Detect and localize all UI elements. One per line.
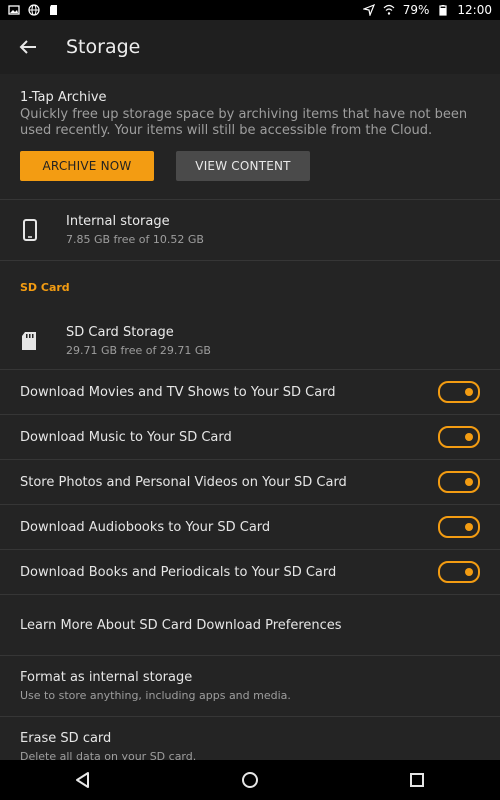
toggle-row-audiobooks[interactable]: Download Audiobooks to Your SD Card — [0, 505, 500, 550]
internal-storage-subtitle: 7.85 GB free of 10.52 GB — [66, 233, 204, 246]
status-bar: 79% 12:00 — [0, 0, 500, 20]
sd-card-notification-icon — [50, 5, 57, 15]
toggle-row-books[interactable]: Download Books and Periodicals to Your S… — [0, 550, 500, 595]
photos-toggle-switch[interactable] — [438, 471, 480, 493]
phone-icon — [23, 219, 37, 241]
battery-percentage: 79% — [402, 3, 430, 17]
toggle-label: Download Books and Periodicals to Your S… — [20, 564, 337, 580]
archive-section: 1-Tap Archive Quickly free up storage sp… — [0, 74, 500, 200]
toggle-row-movies[interactable]: Download Movies and TV Shows to Your SD … — [0, 370, 500, 415]
image-notification-icon — [8, 5, 20, 15]
music-toggle-switch[interactable] — [438, 426, 480, 448]
sd-card-storage-text: SD Card Storage 29.71 GB free of 29.71 G… — [66, 325, 211, 357]
archive-now-button[interactable]: ARCHIVE NOW — [20, 151, 154, 181]
globe-icon — [28, 4, 40, 16]
toggle-knob — [465, 388, 473, 396]
format-subtitle: Use to store anything, including apps an… — [20, 689, 291, 702]
status-left-icons — [0, 4, 60, 16]
erase-title: Erase SD card — [20, 731, 112, 746]
back-arrow-icon[interactable] — [18, 37, 38, 57]
sd-card-header-label: SD Card — [20, 280, 70, 294]
format-internal-storage-row[interactable]: Format as internal storage Use to store … — [0, 656, 500, 717]
toggle-knob — [465, 433, 473, 441]
toggle-label: Store Photos and Personal Videos on Your… — [20, 474, 347, 490]
archive-description: Quickly free up storage space by archivi… — [20, 107, 468, 138]
archive-title: 1-Tap Archive — [20, 90, 107, 105]
toggle-knob — [465, 478, 473, 486]
format-title: Format as internal storage — [20, 670, 193, 685]
books-toggle-switch[interactable] — [438, 561, 480, 583]
toggle-row-music[interactable]: Download Music to Your SD Card — [0, 415, 500, 460]
sd-card-storage-title: SD Card Storage — [66, 325, 174, 340]
clock: 12:00 — [457, 3, 492, 17]
toggle-label: Download Audiobooks to Your SD Card — [20, 519, 271, 535]
sd-card-storage-row[interactable]: SD Card Storage 29.71 GB free of 29.71 G… — [0, 313, 500, 370]
wifi-icon — [383, 4, 395, 15]
audiobooks-toggle-switch[interactable] — [438, 516, 480, 538]
app-bar: Storage — [0, 20, 500, 74]
toggle-label: Download Music to Your SD Card — [20, 429, 232, 445]
learn-more-link[interactable]: Learn More About SD Card Download Prefer… — [0, 595, 500, 656]
toggle-label: Download Movies and TV Shows to Your SD … — [20, 384, 336, 400]
internal-storage-title: Internal storage — [66, 214, 170, 229]
internal-storage-text: Internal storage 7.85 GB free of 10.52 G… — [66, 214, 204, 246]
nav-back-icon[interactable] — [73, 770, 93, 790]
nav-recents-icon[interactable] — [407, 770, 427, 790]
internal-storage-row[interactable]: Internal storage 7.85 GB free of 10.52 G… — [0, 200, 500, 261]
page-title: Storage — [66, 36, 141, 58]
movies-toggle-switch[interactable] — [438, 381, 480, 403]
toggle-row-photos[interactable]: Store Photos and Personal Videos on Your… — [0, 460, 500, 505]
sd-card-icon — [22, 332, 36, 350]
location-icon — [362, 4, 375, 16]
battery-icon — [439, 5, 448, 16]
sd-card-storage-subtitle: 29.71 GB free of 29.71 GB — [66, 344, 211, 357]
nav-home-icon[interactable] — [240, 770, 260, 790]
archive-buttons: ARCHIVE NOW VIEW CONTENT — [20, 151, 480, 181]
toggle-knob — [465, 568, 473, 576]
status-right-icons: 79% 12:00 — [362, 3, 500, 17]
sd-card-section-header: SD Card — [0, 261, 500, 313]
view-content-button[interactable]: VIEW CONTENT — [176, 151, 310, 181]
settings-content: 1-Tap Archive Quickly free up storage sp… — [0, 74, 500, 763]
toggle-knob — [465, 523, 473, 531]
navigation-bar — [0, 760, 500, 800]
